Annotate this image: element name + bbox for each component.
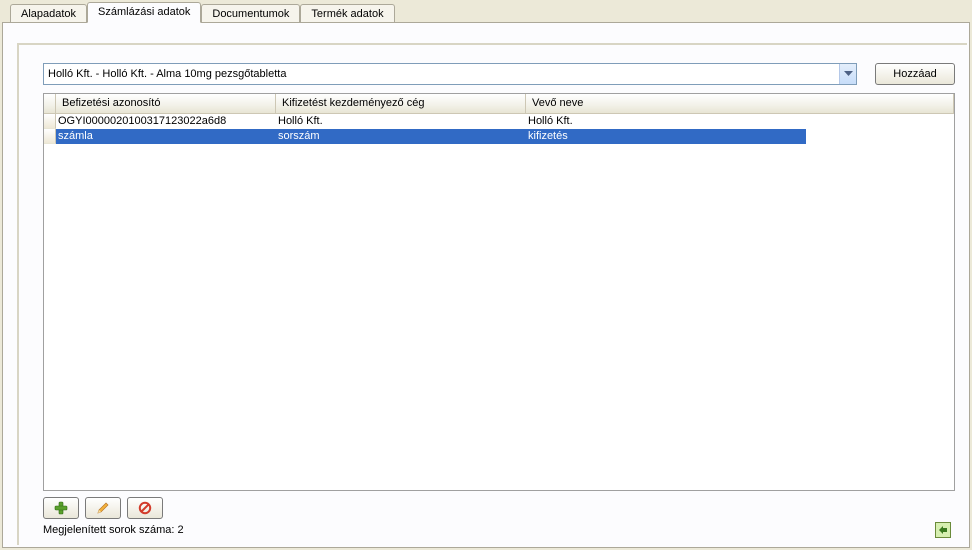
tab-bar: Alapadatok Számlázási adatok Documentumo… bbox=[0, 0, 972, 22]
tab-label: Documentumok bbox=[212, 8, 289, 20]
data-grid[interactable]: Befizetési azonosító Kifizetést kezdemén… bbox=[43, 93, 955, 491]
header-label: Befizetési azonosító bbox=[62, 97, 160, 109]
table-row-selected[interactable]: számla sorszám kifizetés bbox=[44, 129, 954, 144]
dropdown-button[interactable] bbox=[839, 64, 856, 84]
add-button[interactable]: Hozzáad bbox=[875, 63, 955, 85]
column-header-befizetesi[interactable]: Befizetési azonosító bbox=[56, 94, 276, 113]
tab-label: Alapadatok bbox=[21, 8, 76, 20]
status-row: Megjelenített sorok száma: 2 bbox=[43, 522, 955, 538]
grid-body: OGYI0000020100317123022a6d8 Holló Kft. H… bbox=[44, 114, 954, 490]
column-header-kifizetest[interactable]: Kifizetést kezdeményező cég bbox=[276, 94, 526, 113]
row-header bbox=[44, 114, 56, 129]
row-header bbox=[44, 129, 56, 144]
tab-szamlazasi-adatok[interactable]: Számlázási adatok bbox=[87, 2, 201, 23]
grid-toolbar bbox=[43, 497, 955, 519]
pencil-icon bbox=[96, 501, 110, 515]
tab-alapadatok[interactable]: Alapadatok bbox=[10, 4, 87, 23]
cell: Holló Kft. bbox=[276, 114, 526, 129]
cell: sorszám bbox=[276, 129, 526, 144]
edit-row-button[interactable] bbox=[85, 497, 121, 519]
add-row-button[interactable] bbox=[43, 497, 79, 519]
row-header-corner bbox=[44, 94, 56, 113]
grid-header: Befizetési azonosító Kifizetést kezdemén… bbox=[44, 94, 954, 114]
export-button[interactable] bbox=[935, 522, 951, 538]
header-label: Kifizetést kezdeményező cég bbox=[282, 97, 424, 109]
column-header-vevo[interactable]: Vevő neve bbox=[526, 94, 954, 113]
status-text: Megjelenített sorok száma: 2 bbox=[43, 524, 184, 536]
tab-panel: Holló Kft. - Holló Kft. - Alma 10mg pezs… bbox=[2, 22, 970, 548]
content-area: Holló Kft. - Holló Kft. - Alma 10mg pezs… bbox=[17, 43, 967, 545]
cell: OGYI0000020100317123022a6d8 bbox=[56, 114, 276, 129]
export-icon bbox=[938, 525, 948, 535]
chevron-down-icon bbox=[844, 71, 853, 77]
cell: számla bbox=[56, 129, 276, 144]
add-button-label: Hozzáad bbox=[893, 68, 936, 80]
top-row: Holló Kft. - Holló Kft. - Alma 10mg pezs… bbox=[43, 63, 955, 85]
table-row[interactable]: OGYI0000020100317123022a6d8 Holló Kft. H… bbox=[44, 114, 954, 129]
cell: Holló Kft. bbox=[526, 114, 954, 129]
plus-icon bbox=[54, 501, 68, 515]
dropdown-text: Holló Kft. - Holló Kft. - Alma 10mg pezs… bbox=[44, 68, 839, 80]
tab-label: Termék adatok bbox=[311, 8, 383, 20]
tab-documentumok[interactable]: Documentumok bbox=[201, 4, 300, 23]
tab-termek-adatok[interactable]: Termék adatok bbox=[300, 4, 394, 23]
tab-label: Számlázási adatok bbox=[98, 6, 190, 18]
delete-row-button[interactable] bbox=[127, 497, 163, 519]
forbidden-icon bbox=[138, 501, 152, 515]
product-dropdown[interactable]: Holló Kft. - Holló Kft. - Alma 10mg pezs… bbox=[43, 63, 857, 85]
cell: kifizetés bbox=[526, 129, 806, 144]
header-label: Vevő neve bbox=[532, 97, 583, 109]
